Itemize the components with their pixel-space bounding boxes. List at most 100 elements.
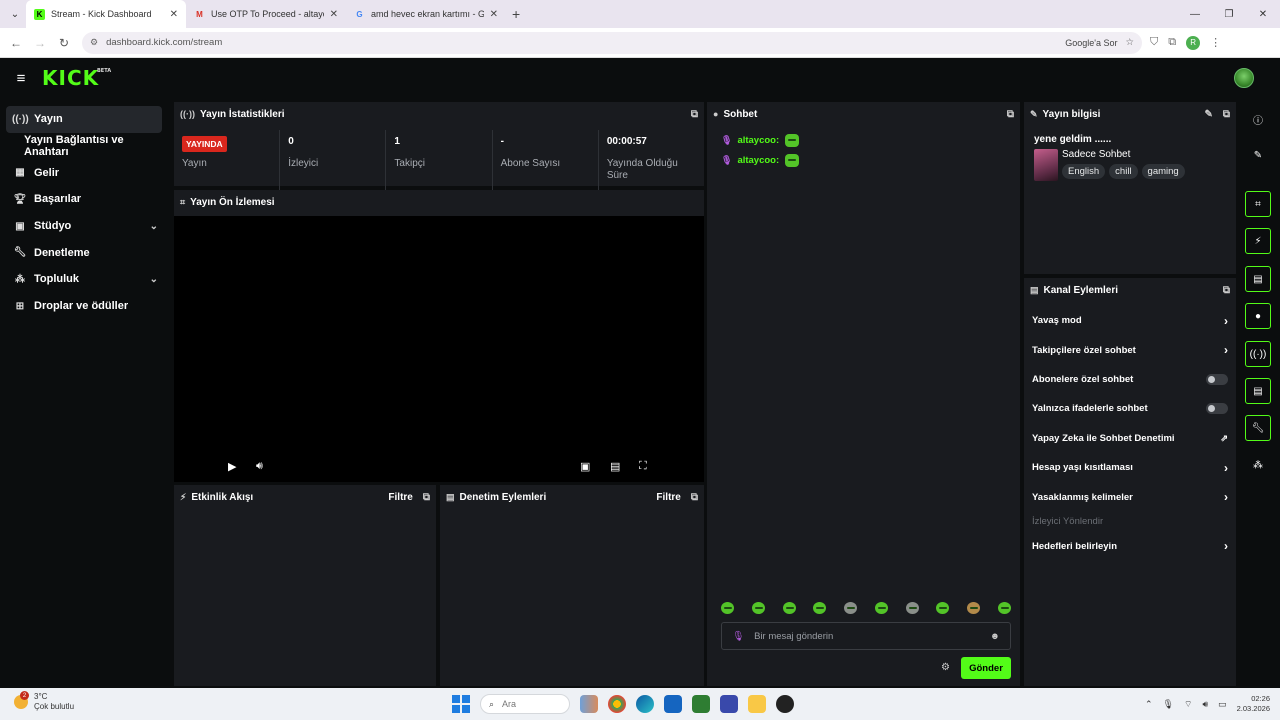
close-tab-icon[interactable]: ✕ — [490, 9, 498, 20]
back-icon[interactable]: ← — [4, 36, 28, 50]
action-set-goals[interactable]: Hedefleri belirleyin › — [1024, 532, 1236, 561]
close-tab-icon[interactable]: ✕ — [330, 9, 338, 20]
restore-icon[interactable]: ❐ — [1212, 9, 1246, 20]
emoji-picker-icon[interactable]: ☻ — [990, 631, 1000, 642]
system-clock[interactable]: 02:26 2.03.2026 — [1237, 694, 1270, 714]
tray-chevron-up-icon[interactable]: ⌃ — [1145, 699, 1153, 710]
battery-icon[interactable]: ▭ — [1218, 699, 1227, 710]
video-player[interactable]: ▶ 🔊︎ ▣ ▤ ⛶ — [174, 216, 704, 482]
taskbar-search[interactable]: ⌕ Ara — [480, 694, 570, 714]
emote-icon[interactable] — [905, 602, 919, 614]
emote-icon[interactable] — [997, 602, 1011, 614]
popout-icon[interactable]: ⧉ — [1223, 285, 1230, 296]
filter-button[interactable]: Filtre — [656, 492, 680, 503]
shield-icon[interactable]: ⛉ — [1150, 36, 1158, 49]
edit-pencil-icon[interactable]: ✎ — [1245, 142, 1271, 168]
tools-toggle-icon[interactable]: 🔧︎ — [1245, 415, 1271, 441]
tab-search-icon[interactable]: ⌄ — [4, 3, 26, 25]
new-tab-button[interactable]: + — [512, 6, 520, 22]
kick-logo[interactable]: KICK BETA — [42, 66, 111, 90]
tab-google[interactable]: G amd hevec ekran kartımı - Goo ✕ — [346, 0, 506, 28]
action-followers-only[interactable]: Takipçilere özel sohbet › — [1024, 335, 1236, 364]
tab-kick-dashboard[interactable]: K Stream - Kick Dashboard ✕ — [26, 0, 186, 28]
sidebar-item-denetleme[interactable]: 🔧︎ Denetleme — [0, 239, 170, 266]
theater-mode-icon[interactable]: ▤ — [610, 460, 620, 473]
chat-toggle-icon[interactable]: ● — [1245, 303, 1271, 329]
app-icon[interactable] — [692, 695, 710, 713]
emote-icon[interactable] — [967, 602, 981, 614]
chat-username[interactable]: altaycoo: — [737, 155, 779, 166]
emote-icon[interactable] — [813, 602, 827, 614]
forward-icon[interactable]: → — [28, 36, 52, 50]
emote-icon[interactable] — [874, 602, 888, 614]
widgets-app-icon[interactable] — [580, 695, 598, 713]
bookmark-star-icon[interactable]: ☆ — [1125, 37, 1134, 48]
action-banned-words[interactable]: Yasaklanmış kelimeler › — [1024, 482, 1236, 511]
channel-actions-toggle-icon[interactable]: ▤ — [1245, 378, 1271, 404]
popout-icon[interactable]: ⧉ — [691, 492, 698, 503]
chat-username[interactable]: altaycoo: — [737, 135, 779, 146]
hamburger-menu-icon[interactable]: ≡ — [0, 70, 42, 87]
app-icon[interactable] — [720, 695, 738, 713]
info-icon[interactable]: ⓘ — [1245, 106, 1271, 132]
site-info-icon[interactable]: ⚙ — [90, 37, 98, 48]
emote-icon[interactable] — [844, 602, 858, 614]
play-icon[interactable]: ▶ — [228, 460, 236, 473]
chat-message-input[interactable]: 🎙︎ Bir mesaj gönderin ☻ — [721, 622, 1011, 650]
close-window-icon[interactable]: ✕ — [1246, 9, 1280, 20]
chrome-app-icon[interactable] — [608, 695, 626, 713]
windows-start-icon[interactable] — [452, 695, 470, 713]
minimize-icon[interactable]: — — [1178, 9, 1212, 20]
popout-icon[interactable]: ⧉ — [423, 492, 430, 503]
close-tab-icon[interactable]: ✕ — [170, 9, 178, 20]
sidebar-item-gelir[interactable]: ▦ Gelir — [0, 159, 170, 186]
mini-player-icon[interactable]: ▣ — [580, 460, 590, 473]
url-field[interactable]: ⚙ dashboard.kick.com/stream Google'a Sor… — [82, 31, 1142, 54]
panel-header: ((·)) Yayın İstatistikleri ⧉ — [174, 102, 704, 126]
sidebar-item-topluluk[interactable]: ⁂ Topluluk ⌄ — [0, 266, 170, 293]
apps-icon[interactable]: ⁂ — [1245, 452, 1271, 478]
extensions-icon[interactable]: ⧉ — [1168, 36, 1176, 49]
sidebar-item-basarilar[interactable]: 🏆︎ Başarılar — [0, 186, 170, 213]
user-avatar[interactable] — [1234, 68, 1254, 88]
google-search-chip[interactable]: Google'a Sor — [1065, 38, 1117, 48]
obs-app-icon[interactable] — [776, 695, 794, 713]
edit-pencil-icon[interactable]: ✎ — [1204, 109, 1212, 120]
action-account-age[interactable]: Hesap yaşı kısıtlaması › — [1024, 453, 1236, 482]
profile-avatar[interactable]: R — [1186, 35, 1201, 50]
emotes-only-toggle[interactable] — [1206, 403, 1228, 415]
emote-icon[interactable] — [782, 602, 796, 614]
subscribers-only-toggle[interactable] — [1206, 373, 1228, 385]
fullscreen-icon[interactable]: ⛶ — [639, 460, 647, 473]
popout-icon[interactable]: ⧉ — [691, 109, 698, 120]
action-ai-moderation[interactable]: Yapay Zeka ile Sohbet Denetimi ⇗ — [1024, 424, 1236, 453]
sidebar-item-studyo[interactable]: ▣ Stüdyo ⌄ — [0, 213, 170, 240]
weather-widget[interactable]: 2 3°C Çok bulutlu — [14, 691, 74, 712]
emote-icon[interactable] — [721, 602, 734, 614]
reload-icon[interactable]: ↻ — [52, 36, 76, 50]
chat-settings-icon[interactable]: ⚙ — [941, 662, 950, 673]
edge-app-icon[interactable] — [636, 695, 654, 713]
filter-button[interactable]: Filtre — [388, 492, 412, 503]
moderation-toggle-icon[interactable]: ▤ — [1245, 266, 1271, 292]
emote-icon[interactable] — [751, 602, 765, 614]
microphone-icon[interactable]: 🎙︎ — [1163, 699, 1174, 710]
stats-toggle-icon[interactable]: ((·)) — [1245, 341, 1271, 367]
volume-icon[interactable]: 🔊︎ — [1202, 699, 1208, 710]
sidebar-item-yayin[interactable]: ((·)) Yayın — [6, 106, 162, 133]
store-app-icon[interactable] — [664, 695, 682, 713]
sidebar-item-droplar[interactable]: ⊞ Droplar ve ödüller — [0, 293, 170, 320]
volume-icon[interactable]: 🔊︎ — [256, 460, 263, 473]
preview-toggle-icon[interactable]: ⌗ — [1245, 191, 1271, 217]
popout-icon[interactable]: ⧉ — [1007, 109, 1014, 120]
emote-icon[interactable] — [936, 602, 950, 614]
popout-icon[interactable]: ⧉ — [1223, 109, 1230, 120]
browser-menu-icon[interactable]: ⋮ — [1210, 36, 1221, 49]
send-button[interactable]: Gönder — [961, 657, 1011, 679]
sidebar-item-stream-key[interactable]: Yayın Bağlantısı ve Anahtarı — [0, 133, 170, 160]
file-explorer-icon[interactable] — [748, 695, 766, 713]
activity-toggle-icon[interactable]: ⚡︎ — [1245, 228, 1271, 254]
action-slow-mode[interactable]: Yavaş mod › — [1024, 306, 1236, 335]
wifi-icon[interactable]: ⌔ — [1184, 699, 1192, 710]
tab-otp[interactable]: M Use OTP To Proceed - altaycoo ✕ — [186, 0, 346, 28]
